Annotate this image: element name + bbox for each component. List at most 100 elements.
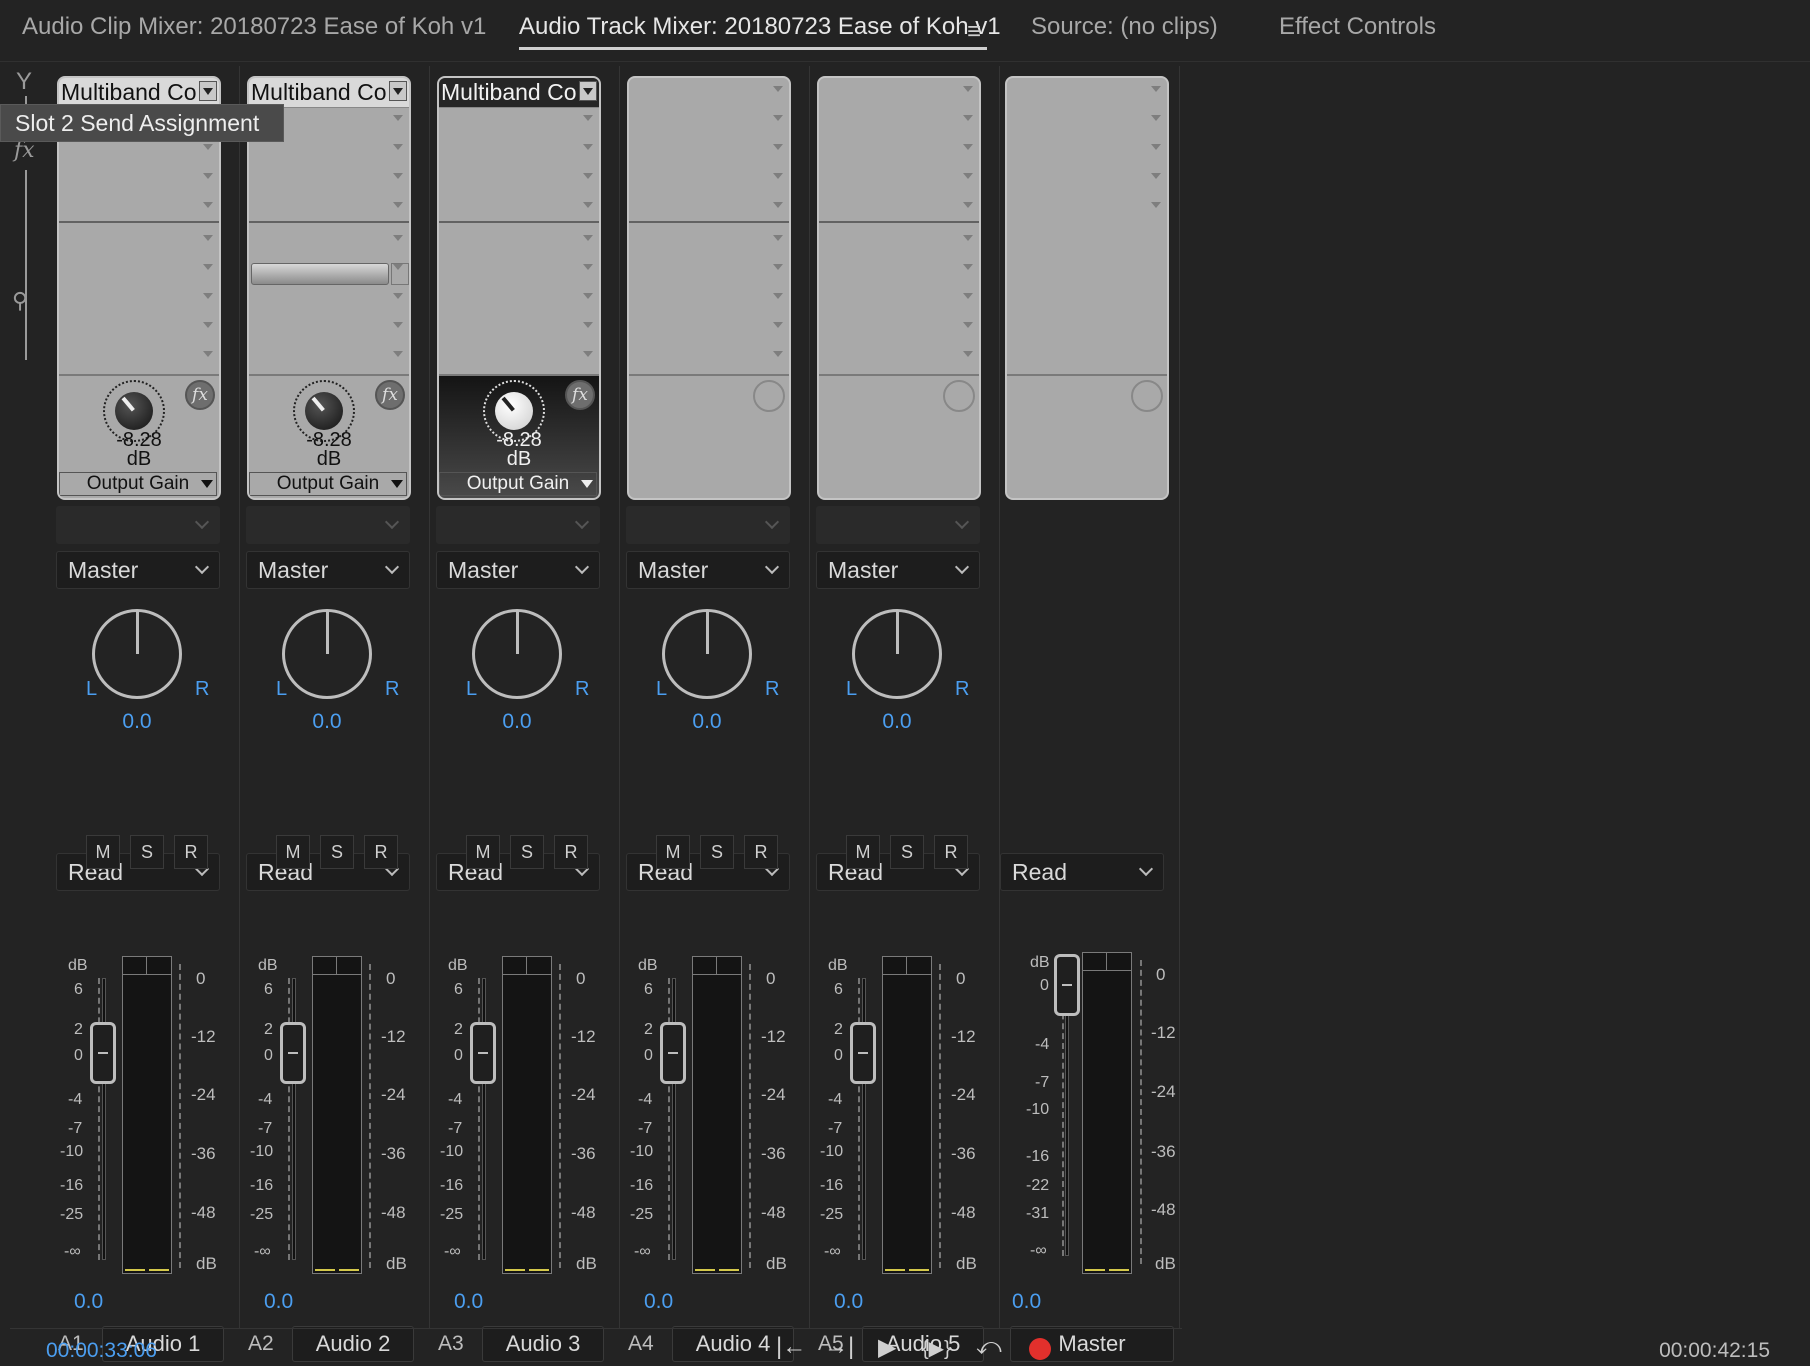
play-icon[interactable]: ▶ — [878, 1333, 896, 1363]
chevron-down-icon[interactable] — [579, 81, 597, 101]
volume-fader-thumb[interactable] — [1054, 954, 1080, 1016]
loop-icon[interactable]: ⤺ — [976, 1333, 1002, 1363]
effect-slot[interactable] — [439, 343, 599, 372]
parameter-dropdown[interactable]: Output Gain — [59, 472, 217, 496]
effect-slot[interactable] — [819, 136, 979, 165]
effect-slot[interactable] — [59, 314, 219, 343]
track-output-dropdown[interactable]: Master — [436, 551, 600, 589]
effects-rack[interactable] — [627, 76, 791, 500]
effect-slot[interactable] — [249, 194, 409, 223]
record-enable-button[interactable]: R — [744, 835, 778, 869]
fx-bypass-icon[interactable] — [943, 380, 975, 412]
fx-bypass-icon[interactable] — [753, 380, 785, 412]
effect-slot[interactable] — [819, 78, 979, 107]
volume-fader-track[interactable] — [1065, 974, 1069, 1256]
track-name-field[interactable]: Audio 3 — [482, 1326, 604, 1362]
volume-fader-track[interactable] — [102, 978, 106, 1260]
effect-slot[interactable] — [439, 136, 599, 165]
effect-slot[interactable] — [439, 107, 599, 136]
record-enable-button[interactable]: R — [554, 835, 588, 869]
effect-slot[interactable] — [439, 194, 599, 223]
effect-slot[interactable] — [59, 194, 219, 223]
track-name-field[interactable]: Audio 2 — [292, 1326, 414, 1362]
automation-mode-dropdown[interactable]: Read — [1000, 853, 1164, 891]
fx-bypass-icon[interactable]: fx — [565, 380, 595, 410]
clip-indicator[interactable] — [883, 957, 931, 975]
clip-indicator[interactable] — [503, 957, 551, 975]
send-assignment-dropdown[interactable] — [246, 506, 410, 544]
mute-button[interactable]: M — [846, 835, 880, 869]
effect-slot[interactable] — [819, 343, 979, 372]
send-assignment-dropdown[interactable] — [816, 506, 980, 544]
effect-slot[interactable] — [819, 314, 979, 343]
volume-fader-thumb[interactable] — [660, 1022, 686, 1084]
record-enable-button[interactable]: R — [364, 835, 398, 869]
volume-fader-thumb[interactable] — [280, 1022, 306, 1084]
effect-slot[interactable] — [819, 194, 979, 223]
effect-slot[interactable] — [439, 256, 599, 285]
send-assignment-dropdown[interactable] — [626, 506, 790, 544]
clip-indicator[interactable] — [1083, 953, 1131, 971]
volume-fader-track[interactable] — [862, 978, 866, 1260]
solo-button[interactable]: S — [700, 835, 734, 869]
mute-button[interactable]: M — [86, 835, 120, 869]
clip-indicator[interactable] — [313, 957, 361, 975]
effect-slot[interactable] — [439, 227, 599, 256]
play-in-to-out-icon[interactable]: {▶} — [922, 1336, 951, 1366]
pan-knob[interactable] — [472, 609, 562, 699]
pan-value[interactable]: 0.0 — [642, 710, 772, 734]
pan-value[interactable]: 0.0 — [72, 710, 202, 734]
track-output-dropdown[interactable]: Master — [626, 551, 790, 589]
volume-fader-track[interactable] — [672, 978, 676, 1260]
pan-knob[interactable] — [852, 609, 942, 699]
effects-rack[interactable]: Multiband Co fx -8.28 dB Output Gain — [437, 76, 601, 500]
mute-button[interactable]: M — [466, 835, 500, 869]
volume-value[interactable]: 0.0 — [264, 1290, 293, 1314]
mute-button[interactable]: M — [656, 835, 690, 869]
pan-value[interactable]: 0.0 — [452, 710, 582, 734]
volume-fader-thumb[interactable] — [470, 1022, 496, 1084]
effect-slot[interactable] — [439, 314, 599, 343]
volume-fader-track[interactable] — [482, 978, 486, 1260]
output-gain-knob[interactable] — [305, 392, 343, 430]
effect-slot[interactable] — [59, 343, 219, 372]
tab-audio-track-mixer[interactable]: Audio Track Mixer: 20180723 Ease of Koh … — [519, 13, 1001, 41]
volume-value[interactable]: 0.0 — [644, 1290, 673, 1314]
solo-button[interactable]: S — [320, 835, 354, 869]
track-output-dropdown[interactable]: Master — [816, 551, 980, 589]
effect-slot[interactable] — [629, 227, 789, 256]
effects-rack[interactable] — [1005, 76, 1169, 500]
effect-slot[interactable] — [249, 314, 409, 343]
effect-slot[interactable] — [819, 227, 979, 256]
effect-slot[interactable] — [249, 343, 409, 372]
effect-slot[interactable] — [629, 314, 789, 343]
effect-slot[interactable] — [629, 194, 789, 223]
tab-source[interactable]: Source: (no clips) — [1031, 13, 1218, 41]
record-enable-button[interactable]: R — [174, 835, 208, 869]
mute-button[interactable]: M — [276, 835, 310, 869]
panel-menu-icon[interactable]: ≡ — [967, 18, 981, 46]
effect-slot[interactable] — [629, 136, 789, 165]
effect-slot[interactable] — [59, 256, 219, 285]
track-output-dropdown[interactable]: Master — [246, 551, 410, 589]
effect-slot[interactable] — [439, 285, 599, 314]
pan-value[interactable]: 0.0 — [832, 710, 962, 734]
fx-bypass-icon[interactable] — [1131, 380, 1163, 412]
chevron-down-icon[interactable] — [199, 81, 217, 101]
volume-value[interactable]: 0.0 — [1012, 1290, 1041, 1314]
go-to-out-icon[interactable]: →| — [824, 1333, 854, 1363]
effect-slot[interactable] — [59, 227, 219, 256]
current-timecode[interactable]: 00:00:33:06 — [46, 1339, 157, 1363]
clip-indicator[interactable] — [123, 957, 171, 975]
parameter-dropdown[interactable]: Output Gain — [249, 472, 407, 496]
volume-fader-thumb[interactable] — [90, 1022, 116, 1084]
effect-slot[interactable] — [629, 165, 789, 194]
effect-slot[interactable] — [819, 107, 979, 136]
pan-knob[interactable] — [92, 609, 182, 699]
fx-bypass-icon[interactable]: fx — [375, 380, 405, 410]
tab-audio-clip-mixer[interactable]: Audio Clip Mixer: 20180723 Ease of Koh v… — [22, 13, 486, 41]
track-output-dropdown[interactable]: Master — [56, 551, 220, 589]
volume-fader-track[interactable] — [292, 978, 296, 1260]
effect-slot[interactable] — [819, 256, 979, 285]
volume-fader-thumb[interactable] — [850, 1022, 876, 1084]
